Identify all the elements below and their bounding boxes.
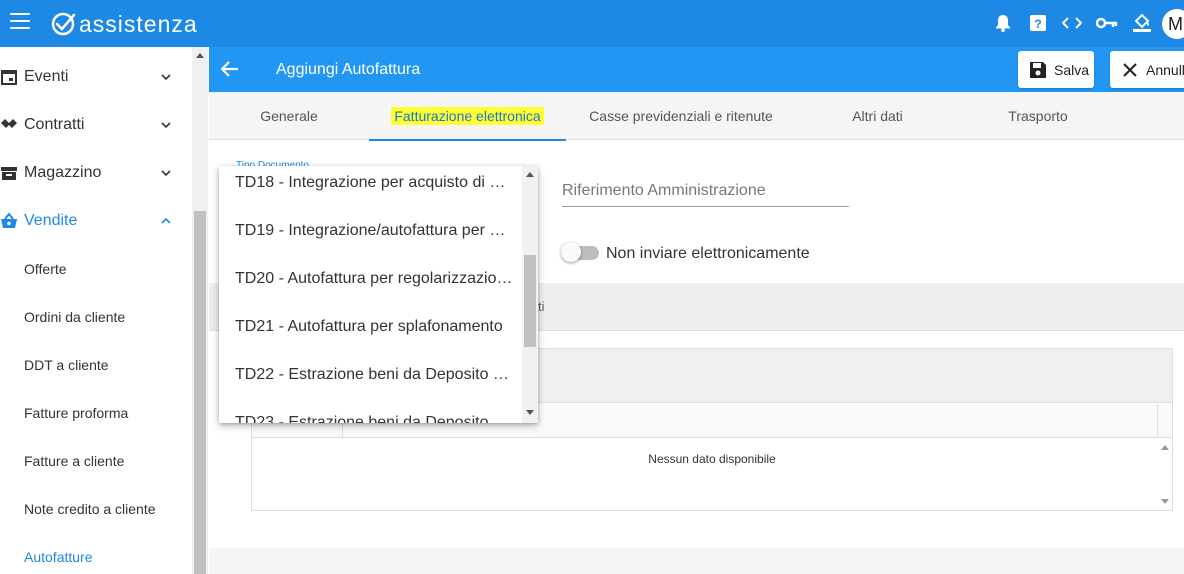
chevron-down-icon: [161, 170, 171, 177]
dropdown-option-td19[interactable]: TD19 - Integrazione/autofattura per acqu…: [235, 221, 513, 269]
dropdown-option-td18[interactable]: TD18 - Integrazione per acquisto di beni…: [235, 173, 513, 221]
tab-trasporto[interactable]: Trasporto: [959, 92, 1117, 140]
bell-icon[interactable]: [992, 12, 1014, 34]
sidebar-item-label: Contratti: [24, 116, 85, 133]
scroll-down-arrow-icon[interactable]: [1161, 499, 1169, 504]
sidebar-subitem-fatture-a-cliente[interactable]: Fatture a cliente: [24, 453, 124, 469]
dropdown-scrollbar[interactable]: [522, 166, 538, 423]
tab-altri-dati[interactable]: Altri dati: [796, 92, 959, 140]
chevron-down-icon: [161, 74, 171, 81]
page-header: Aggiungi Autofattura Salva Annulla: [209, 47, 1184, 92]
sidebar-subitem-note-credito-a-cliente[interactable]: Note credito a cliente: [24, 501, 156, 517]
table-empty-message: Nessun dato disponibile: [648, 452, 776, 466]
logo-check-icon: [51, 12, 76, 36]
sidebar-item-vendite[interactable]: Vendite: [0, 197, 190, 245]
tab-label: Fatturazione elettronica: [391, 107, 544, 125]
tab-bar: Generale Fatturazione elettronica Casse …: [209, 92, 1184, 141]
tab-fatturazione-elettronica[interactable]: Fatturazione elettronica: [369, 92, 566, 141]
sidebar-item-label: Vendite: [24, 212, 78, 229]
dropdown-option-td22[interactable]: TD22 - Estrazione beni da Deposito IVA: [235, 365, 513, 413]
riferimento-placeholder: Riferimento Amministrazione: [562, 182, 766, 199]
sidebar-subitem-offerte[interactable]: Offerte: [24, 261, 67, 277]
paint-bucket-icon[interactable]: [1131, 12, 1153, 34]
handshake-icon: [1, 119, 17, 128]
user-avatar[interactable]: M: [1162, 9, 1184, 39]
section-bar-label: ti: [538, 299, 545, 314]
help-icon[interactable]: ?: [1027, 12, 1049, 34]
scroll-up-arrow-icon[interactable]: [196, 53, 204, 58]
page-title: Aggiungi Autofattura: [276, 61, 421, 78]
tipo-documento-dropdown: TD18 - Integrazione per acquisto di beni…: [219, 166, 538, 423]
sidebar-item-magazzino[interactable]: Magazzino: [0, 149, 190, 197]
sidebar-subitem-autofatture[interactable]: Autofatture: [24, 549, 93, 565]
sidebar-scrollbar[interactable]: [192, 47, 208, 574]
dropdown-option-td23[interactable]: TD23 - Estrazione beni da Deposito IVA: [235, 413, 513, 423]
app-logo-text: assistenza: [79, 11, 198, 37]
sidebar-subitem-fatture-proforma[interactable]: Fatture proforma: [24, 405, 128, 421]
chevron-down-icon: [161, 122, 171, 129]
tab-generale[interactable]: Generale: [209, 92, 369, 140]
non-inviare-toggle-label: Non inviare elettronicamente: [606, 245, 810, 262]
sidebar-subitem-ddt-a-cliente[interactable]: DDT a cliente: [24, 357, 109, 373]
menu-icon[interactable]: [10, 13, 30, 29]
riferimento-amministrazione-input[interactable]: Riferimento Amministrazione: [562, 180, 849, 207]
sidebar-item-label: Eventi: [24, 68, 69, 85]
dropdown-option-td21[interactable]: TD21 - Autofattura per splafonamento: [235, 317, 513, 365]
dropdown-option-td20[interactable]: TD20 - Autofattura per regolarizzazione: [235, 269, 513, 317]
tab-label: Altri dati: [852, 108, 903, 124]
calendar-icon: [1, 70, 17, 85]
column-divider: [1157, 404, 1158, 438]
sidebar-item-contratti[interactable]: Contratti: [0, 101, 190, 149]
floppy-disk-icon: [1028, 60, 1048, 80]
svg-text:?: ?: [1034, 17, 1041, 31]
tab-label: Trasporto: [1008, 108, 1068, 124]
app-bar: assistenza ? M: [0, 0, 1184, 47]
scrollbar-thumb[interactable]: [524, 255, 536, 347]
tab-label: Casse previdenziali e ritenute: [589, 108, 773, 124]
sidebar-item-eventi[interactable]: Eventi: [0, 53, 190, 101]
arrow-left-icon[interactable]: [221, 60, 239, 78]
warehouse-icon: [1, 167, 17, 180]
code-icon[interactable]: [1061, 12, 1083, 34]
scroll-down-arrow-icon[interactable]: [526, 410, 534, 415]
chevron-up-icon: [161, 217, 171, 224]
cancel-button-label: Annulla: [1146, 61, 1184, 78]
cancel-button[interactable]: Annulla: [1110, 51, 1184, 88]
toggle-knob: [561, 242, 581, 262]
tab-casse-previdenziali[interactable]: Casse previdenziali e ritenute: [566, 92, 796, 140]
scroll-up-arrow-icon[interactable]: [1161, 445, 1169, 450]
save-button[interactable]: Salva: [1018, 51, 1094, 88]
scroll-up-arrow-icon[interactable]: [526, 172, 534, 177]
scrollbar-thumb[interactable]: [194, 211, 206, 574]
sidebar: Eventi Contratti Magazzino Vendite Offer…: [0, 47, 208, 574]
basket-icon: [1, 213, 17, 228]
sidebar-item-label: Magazzino: [24, 164, 102, 181]
save-button-label: Salva: [1054, 61, 1090, 78]
close-icon: [1120, 60, 1140, 80]
content-footer: [209, 548, 1184, 574]
sidebar-subitem-ordini-da-cliente[interactable]: Ordini da cliente: [24, 309, 125, 325]
tab-label: Generale: [260, 108, 318, 124]
key-icon[interactable]: [1096, 12, 1118, 34]
non-inviare-toggle[interactable]: [561, 242, 599, 262]
